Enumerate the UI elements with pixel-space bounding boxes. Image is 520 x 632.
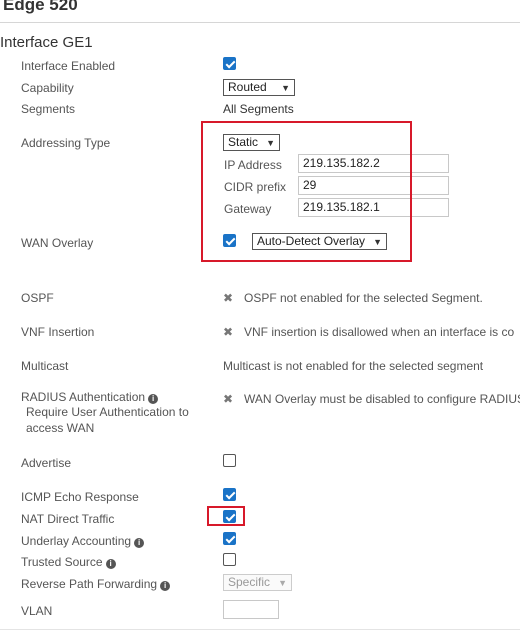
- info-icon[interactable]: i: [148, 394, 159, 404]
- trusted-source-label: Trusted Source: [21, 555, 103, 569]
- wan-overlay-label: WAN Overlay: [21, 236, 94, 250]
- interface-enabled-label: Interface Enabled: [21, 59, 116, 73]
- capability-label: Capability: [21, 81, 74, 95]
- highlight-box-addressing: [201, 121, 412, 262]
- radius-sub1: Require User Authentication to: [26, 405, 189, 419]
- info-icon[interactable]: i: [105, 559, 116, 569]
- chevron-down-icon: ▼: [278, 578, 287, 588]
- underlay-accounting-row: Underlay Accounting i: [21, 534, 145, 548]
- x-icon: ✖: [223, 392, 234, 406]
- vnf-insertion-label: VNF Insertion: [21, 325, 95, 339]
- trusted-source-row: Trusted Source i: [21, 555, 116, 569]
- edge-title: Edge 520: [3, 0, 78, 14]
- rpf-label: Reverse Path Forwarding: [21, 577, 158, 591]
- rpf-select[interactable]: Specific ▼: [223, 574, 292, 591]
- radius-message: WAN Overlay must be disabled to configur…: [244, 392, 520, 406]
- advertise-checkbox[interactable]: [223, 454, 236, 467]
- radius-label-row: RADIUS Authentication i: [21, 390, 159, 404]
- info-icon[interactable]: i: [160, 581, 171, 591]
- highlight-box-nat: [207, 506, 245, 526]
- info-icon[interactable]: i: [134, 538, 145, 548]
- segments-label: Segments: [21, 102, 76, 116]
- icmp-echo-label: ICMP Echo Response: [21, 490, 139, 504]
- segments-value: All Segments: [223, 102, 294, 116]
- rpf-value: Specific: [228, 575, 271, 589]
- vnf-insertion-message: VNF insertion is disallowed when an inte…: [244, 325, 515, 339]
- x-icon: ✖: [223, 325, 234, 339]
- ospf-message: OSPF not enabled for the selected Segmen…: [244, 291, 483, 305]
- interface-title: Interface GE1: [0, 34, 93, 51]
- icmp-echo-checkbox[interactable]: [223, 488, 236, 501]
- underlay-accounting-label: Underlay Accounting: [21, 534, 132, 548]
- radius-label: RADIUS Authentication: [21, 390, 146, 404]
- capability-value: Routed: [228, 80, 267, 94]
- vlan-label: VLAN: [21, 604, 53, 618]
- multicast-message: Multicast is not enabled for the selecte…: [223, 359, 484, 373]
- chevron-down-icon: ▼: [281, 83, 290, 93]
- trusted-source-checkbox[interactable]: [223, 553, 236, 566]
- rpf-row: Reverse Path Forwarding i: [21, 577, 171, 591]
- ospf-label: OSPF: [21, 291, 54, 305]
- interface-enabled-checkbox[interactable]: [223, 57, 236, 70]
- advertise-label: Advertise: [21, 456, 72, 470]
- multicast-label: Multicast: [21, 359, 69, 373]
- vlan-input[interactable]: [223, 600, 279, 619]
- capability-select[interactable]: Routed ▼: [223, 79, 295, 96]
- underlay-accounting-checkbox[interactable]: [223, 532, 236, 545]
- x-icon: ✖: [223, 291, 234, 305]
- addressing-type-label: Addressing Type: [21, 136, 111, 150]
- bottom-divider: [0, 629, 520, 630]
- radius-sub2: access WAN: [26, 421, 95, 435]
- top-bar: Edge 520: [0, 0, 520, 23]
- nat-direct-label: NAT Direct Traffic: [21, 512, 115, 526]
